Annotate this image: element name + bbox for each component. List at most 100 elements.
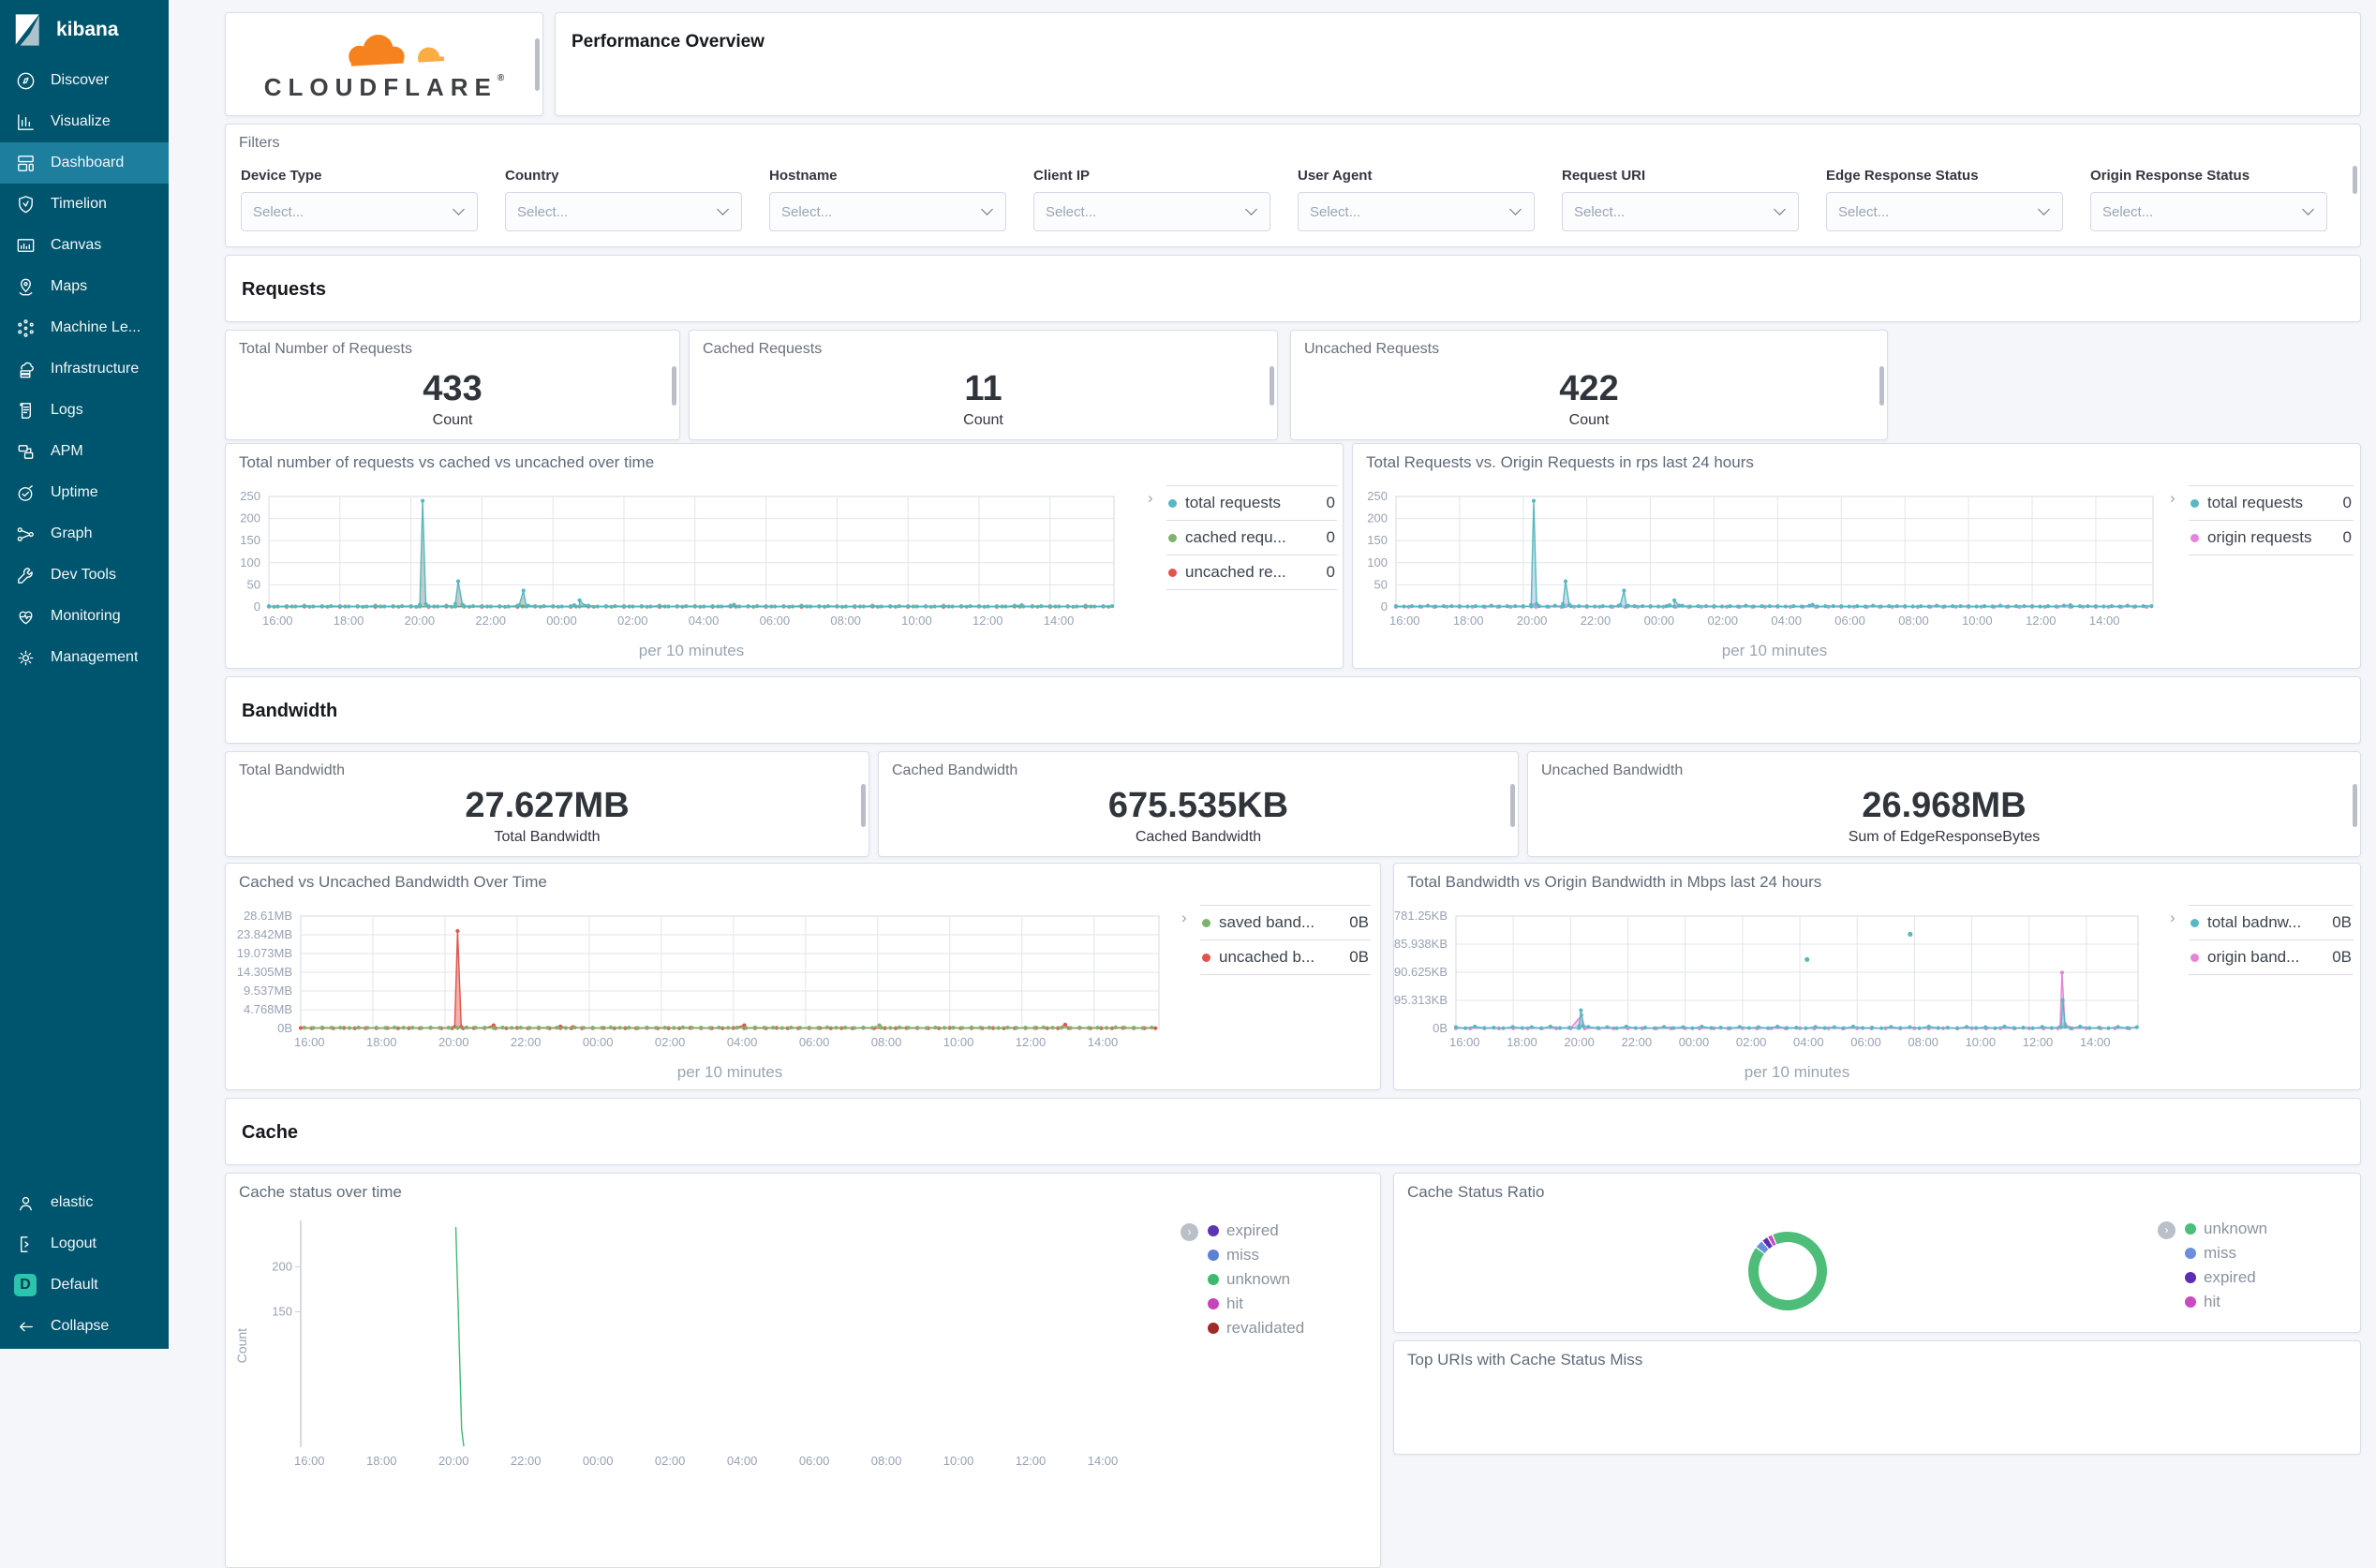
- legend-item-hit[interactable]: hit: [2183, 1290, 2344, 1314]
- legend-item-total-requests[interactable]: total requests 0: [1166, 485, 1337, 520]
- request-uri-select[interactable]: Select...: [1562, 192, 1799, 231]
- svg-text:02:00: 02:00: [655, 1035, 686, 1049]
- legend-label: hit: [2204, 1293, 2220, 1310]
- panel-scrollbar[interactable]: [1270, 366, 1274, 406]
- sidebar-item-monitoring[interactable]: Monitoring: [0, 596, 169, 637]
- legend-item-cached-requ[interactable]: cached requ... 0: [1166, 520, 1337, 555]
- panel-scrollbar[interactable]: [672, 366, 676, 406]
- legend-collapse-icon[interactable]: ›: [1148, 489, 1153, 508]
- legend-item-expired[interactable]: expired: [2183, 1265, 2344, 1290]
- sidebar-item-dashboard[interactable]: Dashboard: [0, 142, 169, 184]
- hostname-select[interactable]: Select...: [769, 192, 1006, 231]
- legend-item-unknown[interactable]: unknown: [1206, 1267, 1371, 1292]
- cache-status-over-time-chart-panel: Cache status over time 150 200 16:00 18:00 2…: [225, 1173, 1381, 1568]
- panel-scrollbar[interactable]: [1879, 366, 1884, 406]
- sidebar-item-graph[interactable]: Graph: [0, 513, 169, 555]
- legend-item-saved-band[interactable]: saved band... 0B: [1200, 905, 1371, 939]
- legend-label: total badnw...: [2207, 913, 2302, 931]
- legend-item-origin-band[interactable]: origin band... 0B: [2189, 939, 2354, 975]
- legend-label: miss: [1226, 1246, 1259, 1264]
- edge-response-status-select[interactable]: Select...: [1826, 192, 2063, 231]
- legend-item-uncached-b[interactable]: uncached b... 0B: [1200, 939, 1371, 975]
- cached-vs-uncached-bandwidth-chart-panel: Cached vs Uncached Bandwidth Over Time 0…: [225, 863, 1381, 1090]
- sidebar-item-apm[interactable]: APM: [0, 431, 169, 472]
- legend-item-total-badnw[interactable]: total badnw... 0B: [2189, 905, 2354, 939]
- total-vs-origin-bandwidth-canvas: 0B 195.313KB 390.625KB 585.938KB 781.25KB 16:…: [1394, 909, 2139, 1081]
- panel-scrollbar[interactable]: [2353, 166, 2357, 194]
- page-title: Performance Overview: [572, 32, 765, 52]
- country-select[interactable]: Select...: [505, 192, 742, 231]
- legend-collapse-icon[interactable]: ›: [1181, 1223, 1198, 1241]
- filter-origin-response-status: Origin Response Status Select...: [2090, 168, 2327, 231]
- legend-collapse-icon[interactable]: ›: [2170, 909, 2176, 927]
- svg-text:per 10 minutes: per 10 minutes: [1722, 642, 1827, 659]
- panel-scrollbar[interactable]: [1510, 784, 1515, 827]
- legend-item-miss[interactable]: miss: [1206, 1243, 1371, 1267]
- sidebar-item-canvas[interactable]: Canvas: [0, 225, 169, 266]
- svg-text:00:00: 00:00: [583, 1454, 614, 1468]
- origin-response-status-select[interactable]: Select...: [2090, 192, 2327, 231]
- sidebar-item-logout[interactable]: Logout: [0, 1223, 169, 1265]
- filter-client-ip: Client IP Select...: [1033, 168, 1270, 231]
- sidebar-item-visualize[interactable]: Visualize: [0, 101, 169, 142]
- user-agent-select[interactable]: Select...: [1298, 192, 1535, 231]
- svg-text:150: 150: [1367, 533, 1388, 547]
- sidebar-item-maps[interactable]: Maps: [0, 266, 169, 307]
- svg-text:22:00: 22:00: [511, 1035, 542, 1049]
- svg-text:10:00: 10:00: [943, 1454, 974, 1468]
- legend-item-hit[interactable]: hit: [1206, 1292, 1371, 1316]
- sidebar-item-space-default[interactable]: D Default: [0, 1265, 169, 1306]
- sidebar: kibana Discover Visualize Dashboard Time…: [0, 0, 169, 1349]
- management-icon: [14, 646, 37, 669]
- svg-text:195.313KB: 195.313KB: [1394, 993, 1448, 1007]
- legend-item-origin-requests[interactable]: origin requests 0: [2189, 520, 2354, 555]
- kibana-logo[interactable]: kibana: [0, 0, 169, 60]
- legend-collapse-icon[interactable]: ›: [2170, 489, 2176, 508]
- sidebar-item-infrastructure[interactable]: Infrastructure: [0, 348, 169, 390]
- panel-scrollbar[interactable]: [2353, 784, 2357, 827]
- svg-text:02:00: 02:00: [655, 1454, 686, 1468]
- legend-item-uncached-re[interactable]: uncached re... 0: [1166, 555, 1337, 590]
- device-type-select[interactable]: Select...: [241, 192, 478, 231]
- sidebar-item-dev-tools[interactable]: Dev Tools: [0, 555, 169, 596]
- logout-icon: [14, 1233, 37, 1255]
- legend-collapse-icon[interactable]: ›: [1181, 909, 1187, 927]
- sidebar-item-management[interactable]: Management: [0, 637, 169, 678]
- svg-text:20:00: 20:00: [1517, 614, 1548, 628]
- legend-item-unknown[interactable]: unknown: [2183, 1217, 2344, 1241]
- filter-country: Country Select...: [505, 168, 742, 231]
- cache-status-donut[interactable]: [1748, 1232, 1827, 1310]
- sidebar-item-user-elastic[interactable]: elastic: [0, 1182, 169, 1223]
- maps-icon: [14, 275, 37, 298]
- sidebar-item-machine-learning[interactable]: Machine Le...: [0, 307, 169, 348]
- svg-text:14:00: 14:00: [2080, 1035, 2111, 1049]
- panel-scrollbar[interactable]: [535, 38, 540, 91]
- legend-label: unknown: [1226, 1270, 1291, 1288]
- sidebar-item-collapse[interactable]: Collapse: [0, 1306, 169, 1347]
- legend-item-revalidated[interactable]: revalidated: [1206, 1316, 1371, 1340]
- svg-text:22:00: 22:00: [1581, 614, 1611, 628]
- cloudflare-logo-panel: CLOUDFLARE®: [225, 12, 543, 116]
- svg-text:18:00: 18:00: [1507, 1035, 1537, 1049]
- legend-label: uncached b...: [1219, 948, 1315, 966]
- legend-collapse-icon[interactable]: ›: [2158, 1221, 2176, 1239]
- client-ip-select[interactable]: Select...: [1033, 192, 1270, 231]
- legend-item-expired[interactable]: expired: [1206, 1219, 1371, 1243]
- sidebar-item-timelion[interactable]: Timelion: [0, 184, 169, 225]
- svg-text:20:00: 20:00: [438, 1035, 469, 1049]
- cached-bandwidth-metric: Cached Bandwidth 675.535KB Cached Bandwi…: [878, 751, 1519, 857]
- chart-legend: › saved band... 0B uncached b... 0B: [1181, 905, 1371, 975]
- sidebar-item-logs[interactable]: Logs: [0, 390, 169, 431]
- dev-tools-icon: [14, 564, 37, 586]
- requests-vs-origin-canvas: 0 50 100 150 200 250 16:00 18:00 20:00 22:00 00:00…: [1367, 489, 2154, 659]
- legend-item-miss[interactable]: miss: [2183, 1241, 2344, 1265]
- sidebar-item-discover[interactable]: Discover: [0, 60, 169, 101]
- cloudflare-wordmark: CLOUDFLARE®: [263, 73, 505, 101]
- legend-item-total-requests[interactable]: total requests 0: [2189, 485, 2354, 520]
- metric-value: 11: [964, 369, 1002, 408]
- chevron-down-icon: [1774, 203, 1786, 215]
- sidebar-item-uptime[interactable]: Uptime: [0, 472, 169, 513]
- panel-scrollbar[interactable]: [861, 784, 866, 827]
- svg-text:4.768MB: 4.768MB: [244, 1002, 292, 1016]
- svg-text:02:00: 02:00: [1736, 1035, 1767, 1049]
